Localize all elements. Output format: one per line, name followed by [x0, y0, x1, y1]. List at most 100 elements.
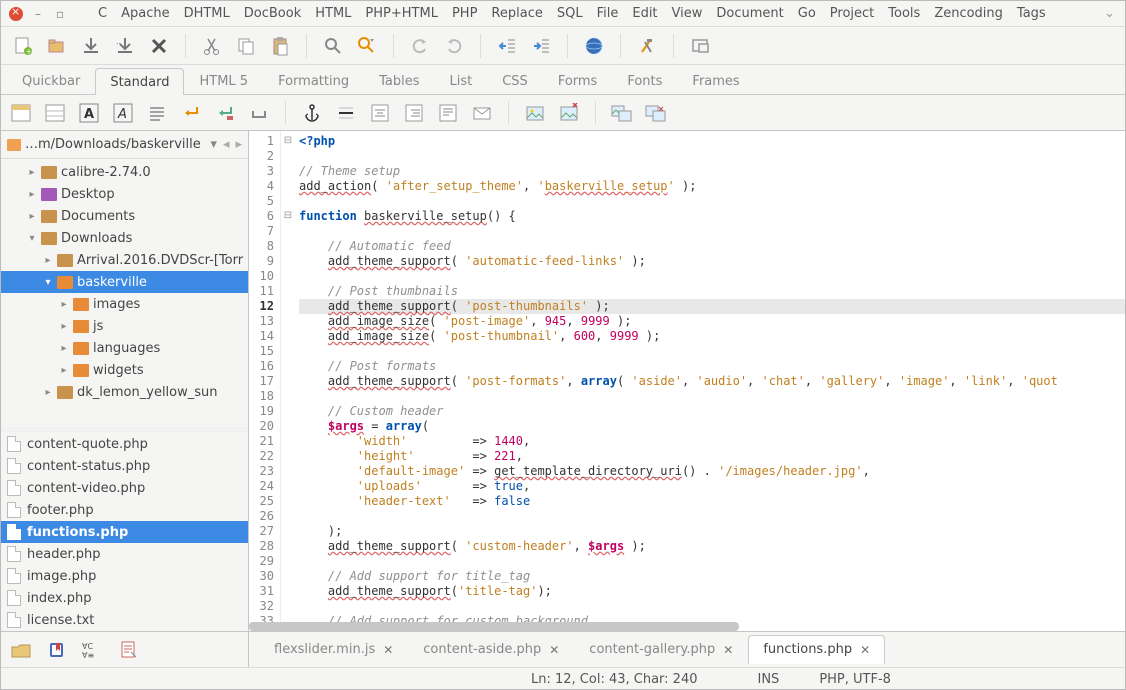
nav-back-icon[interactable]: ◂ [223, 137, 230, 152]
menu-tags[interactable]: Tags [1010, 4, 1053, 23]
hrule-icon[interactable] [334, 101, 358, 125]
file-list[interactable]: content-quote.phpcontent-status.phpconte… [1, 433, 248, 631]
multithumb1-icon[interactable] [610, 101, 634, 125]
menu-docbook[interactable]: DocBook [237, 4, 308, 23]
close-file-icon[interactable] [147, 34, 171, 58]
tree-item[interactable]: ▸Arrival.2016.DVDScr-[Torr [1, 249, 248, 271]
comment-icon[interactable] [436, 101, 460, 125]
tree-item[interactable]: ▸Desktop [1, 183, 248, 205]
folder-tree[interactable]: ▸calibre-2.74.0▸Desktop▸Documents▾Downlo… [1, 159, 248, 427]
open-file-icon[interactable] [45, 34, 69, 58]
snippets-icon[interactable] [117, 638, 141, 662]
copy-icon[interactable] [234, 34, 258, 58]
menu-replace[interactable]: Replace [484, 4, 549, 23]
menu-file[interactable]: File [590, 4, 626, 23]
tree-item[interactable]: ▸js [1, 315, 248, 337]
indent-icon[interactable] [529, 34, 553, 58]
tree-item[interactable]: ▾baskerville [1, 271, 248, 293]
menu-html[interactable]: HTML [308, 4, 358, 23]
file-item[interactable]: footer.php [1, 499, 248, 521]
tree-item[interactable]: ▸calibre-2.74.0 [1, 161, 248, 183]
tree-item[interactable]: ▸widgets [1, 359, 248, 381]
tree-item[interactable]: ▸Documents [1, 205, 248, 227]
save-icon[interactable] [79, 34, 103, 58]
undo-icon[interactable] [408, 34, 432, 58]
menu-overflow-icon[interactable]: ⌄ [1098, 4, 1121, 23]
window-minimize-button[interactable]: – [31, 7, 45, 21]
paste-icon[interactable] [268, 34, 292, 58]
paragraph-icon[interactable] [145, 101, 169, 125]
multithumb2-icon[interactable] [644, 101, 668, 125]
file-item[interactable]: index.php [1, 587, 248, 609]
open-file-tab[interactable]: functions.php✕ [748, 635, 885, 664]
tab-html-5[interactable]: HTML 5 [184, 67, 263, 94]
menu-dhtml[interactable]: DHTML [177, 4, 237, 23]
break-clear-icon[interactable] [213, 101, 237, 125]
close-tab-icon[interactable]: ✕ [860, 643, 870, 657]
bold-icon[interactable]: A [77, 101, 101, 125]
close-tab-icon[interactable]: ✕ [549, 643, 559, 657]
break-icon[interactable] [179, 101, 203, 125]
redo-icon[interactable] [442, 34, 466, 58]
nbsp-icon[interactable] [247, 101, 271, 125]
bookmarks-icon[interactable] [45, 638, 69, 662]
save-as-icon[interactable]: .. [113, 34, 137, 58]
file-item[interactable]: functions.php [1, 521, 248, 543]
new-file-icon[interactable]: + [11, 34, 35, 58]
file-item[interactable]: header.php [1, 543, 248, 565]
menu-edit[interactable]: Edit [625, 4, 664, 23]
search-replace-icon[interactable] [355, 34, 379, 58]
menu-apache[interactable]: Apache [114, 4, 177, 23]
body-icon[interactable] [9, 101, 33, 125]
window-close-button[interactable] [9, 7, 23, 21]
menu-c[interactable]: C [91, 4, 114, 23]
menu-document[interactable]: Document [709, 4, 790, 23]
center-icon[interactable] [368, 101, 392, 125]
rightalign-icon[interactable] [402, 101, 426, 125]
open-file-tab[interactable]: flexslider.min.js✕ [259, 635, 408, 664]
unindent-icon[interactable] [495, 34, 519, 58]
menu-php-html[interactable]: PHP+HTML [358, 4, 445, 23]
email-icon[interactable] [470, 101, 494, 125]
filebrowser-icon[interactable] [9, 638, 33, 662]
tab-list[interactable]: List [434, 67, 487, 94]
thumbnail-icon[interactable] [557, 101, 581, 125]
tab-formatting[interactable]: Formatting [263, 67, 364, 94]
tab-forms[interactable]: Forms [543, 67, 613, 94]
browser-preview-icon[interactable] [582, 34, 606, 58]
file-item[interactable]: content-quote.php [1, 433, 248, 455]
menu-project[interactable]: Project [823, 4, 881, 23]
code-editor[interactable]: 1234567891011121314151617181920212223242… [249, 131, 1125, 631]
file-item[interactable]: content-status.php [1, 455, 248, 477]
editor-fold-column[interactable]: ⊟⊟ [281, 131, 295, 631]
menu-php[interactable]: PHP [445, 4, 484, 23]
tree-item[interactable]: ▸images [1, 293, 248, 315]
menu-view[interactable]: View [665, 4, 710, 23]
charmap-icon[interactable]: ∀C∀≡ [81, 638, 105, 662]
close-tab-icon[interactable]: ✕ [723, 643, 733, 657]
tab-quickbar[interactable]: Quickbar [7, 67, 95, 94]
file-item[interactable]: image.php [1, 565, 248, 587]
menu-tools[interactable]: Tools [881, 4, 927, 23]
menu-go[interactable]: Go [791, 4, 823, 23]
menu-zencoding[interactable]: Zencoding [927, 4, 1010, 23]
window-maximize-button[interactable]: ▫ [53, 7, 67, 21]
tab-css[interactable]: CSS [487, 67, 543, 94]
cut-icon[interactable] [200, 34, 224, 58]
sidebar-path-header[interactable]: …m/Downloads/baskerville ▾ ◂ ▸ [1, 131, 248, 159]
tree-item[interactable]: ▸languages [1, 337, 248, 359]
editor-code-area[interactable]: <?php // Theme setupadd_action( 'after_s… [295, 131, 1125, 631]
file-item[interactable]: license.txt [1, 609, 248, 631]
dropdown-icon[interactable]: ▾ [210, 137, 217, 152]
open-file-tab[interactable]: content-aside.php✕ [408, 635, 574, 664]
div-icon[interactable] [43, 101, 67, 125]
tree-item[interactable]: ▾Downloads [1, 227, 248, 249]
image-icon[interactable] [523, 101, 547, 125]
tab-tables[interactable]: Tables [364, 67, 434, 94]
anchor-icon[interactable] [300, 101, 324, 125]
nav-fwd-icon[interactable]: ▸ [235, 137, 242, 152]
file-item[interactable]: content-video.php [1, 477, 248, 499]
italic-icon[interactable]: A [111, 101, 135, 125]
close-tab-icon[interactable]: ✕ [383, 643, 393, 657]
open-file-tab[interactable]: content-gallery.php✕ [574, 635, 748, 664]
